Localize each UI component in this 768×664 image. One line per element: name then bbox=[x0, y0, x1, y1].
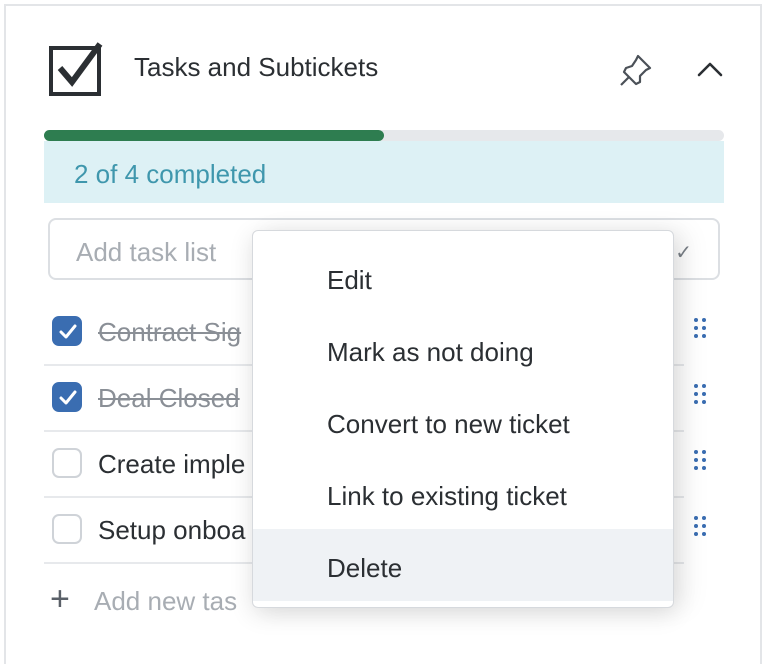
check-icon[interactable]: ✓ bbox=[675, 240, 692, 265]
menu-item-label: Edit bbox=[327, 265, 372, 295]
progress-summary: 2 of 4 completed bbox=[44, 141, 724, 203]
task-checkbox[interactable] bbox=[52, 382, 82, 412]
checkmark-icon bbox=[59, 390, 77, 405]
pin-button[interactable] bbox=[616, 50, 656, 90]
menu-item-label: Delete bbox=[327, 553, 403, 583]
task-label[interactable]: Create imple bbox=[98, 449, 245, 480]
task-label[interactable]: Deal Closed bbox=[98, 383, 240, 414]
drag-handle-icon[interactable] bbox=[694, 516, 708, 540]
menu-item-label: Link to existing ticket bbox=[327, 481, 567, 511]
checkmark-icon bbox=[59, 324, 77, 339]
add-task-list-placeholder: Add task list bbox=[76, 237, 217, 267]
task-context-menu: Edit Mark as not doing Convert to new ti… bbox=[252, 230, 674, 608]
chevron-up-icon bbox=[697, 62, 723, 77]
collapse-button[interactable] bbox=[692, 52, 728, 88]
menu-item-delete[interactable]: Delete bbox=[253, 529, 673, 601]
progress-bar-fill bbox=[44, 130, 384, 141]
drag-handle-icon[interactable] bbox=[694, 384, 708, 408]
plus-icon: + bbox=[50, 580, 70, 618]
menu-item-link-to-ticket[interactable]: Link to existing ticket bbox=[253, 457, 673, 529]
progress-bar bbox=[44, 130, 724, 141]
add-new-task-label: Add new tas bbox=[94, 586, 238, 616]
drag-handle-icon[interactable] bbox=[694, 450, 708, 474]
panel-title: Tasks and Subtickets bbox=[134, 52, 379, 82]
drag-handle-icon[interactable] bbox=[694, 318, 708, 342]
task-checkbox[interactable] bbox=[52, 448, 82, 478]
panel-header: Tasks and Subtickets bbox=[6, 6, 760, 126]
task-label[interactable]: Contract Sig bbox=[98, 317, 241, 348]
menu-item-convert-to-ticket[interactable]: Convert to new ticket bbox=[253, 385, 673, 457]
pin-icon bbox=[620, 54, 652, 86]
menu-item-mark-not-doing[interactable]: Mark as not doing bbox=[253, 313, 673, 385]
task-checkbox[interactable] bbox=[52, 316, 82, 346]
progress-text: 2 of 4 completed bbox=[74, 159, 267, 189]
task-label[interactable]: Setup onboa bbox=[98, 515, 245, 546]
checkbox-icon bbox=[49, 42, 103, 96]
menu-item-edit[interactable]: Edit bbox=[253, 241, 673, 313]
menu-item-label: Convert to new ticket bbox=[327, 409, 570, 439]
task-checkbox[interactable] bbox=[52, 514, 82, 544]
menu-item-label: Mark as not doing bbox=[327, 337, 534, 367]
